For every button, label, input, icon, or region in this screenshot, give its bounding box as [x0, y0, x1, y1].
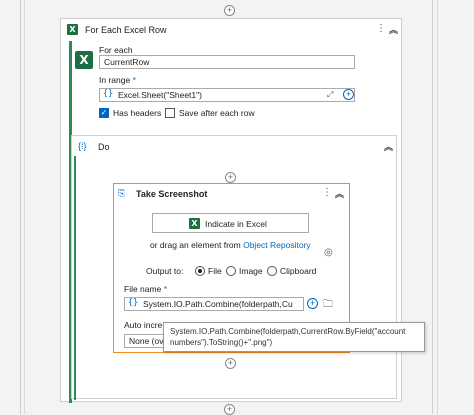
file-name-braces-icon: {} [128, 298, 139, 308]
designer-canvas: + X For Each Excel Row ⋮ ︽ X For each Cu… [0, 0, 474, 415]
output-image-label: Image [239, 266, 263, 276]
has-headers-label: Has headers [113, 108, 162, 118]
file-name-input[interactable]: System.IO.Path.Combine(folderpath,Cu [124, 297, 304, 311]
expression-tooltip: System.IO.Path.Combine(folderpath,Curren… [163, 322, 425, 352]
output-clipboard-label: Clipboard [280, 266, 317, 276]
in-range-input[interactable]: Excel.Sheet("Sheet1") [99, 88, 355, 102]
add-activity-top-icon[interactable]: + [224, 5, 235, 16]
do-title: Do [98, 142, 110, 152]
drag-text: or drag an element from Object Repositor… [150, 240, 311, 250]
for-each-input[interactable]: CurrentRow [99, 55, 355, 69]
expression-braces-icon: {} [103, 89, 114, 99]
for-each-label: For each [99, 45, 133, 55]
add-activity-do-bottom-icon[interactable]: + [225, 358, 236, 369]
auto-increment-label: Auto incre [124, 320, 163, 330]
add-activity-do-top-icon[interactable]: + [225, 172, 236, 183]
right-border-inner [437, 0, 438, 414]
take-screenshot-title: Take Screenshot [136, 189, 208, 199]
output-image-radio[interactable] [226, 266, 236, 276]
browse-folder-icon[interactable]: 🗀 [323, 297, 333, 314]
left-border [20, 0, 21, 414]
expand-editor-icon[interactable]: ⤢ [327, 90, 333, 100]
has-headers-checkbox[interactable]: ✓ [99, 108, 109, 118]
output-file-radio[interactable] [195, 266, 205, 276]
save-after-each-row-checkbox[interactable] [165, 108, 175, 118]
in-range-label: In range * [99, 75, 136, 85]
indicate-label: Indicate in Excel [205, 219, 267, 229]
target-settings-icon[interactable]: ◎ [324, 247, 333, 258]
add-variable-icon[interactable]: + [343, 89, 354, 100]
object-repository-link[interactable]: Object Repository [243, 240, 311, 250]
excel-button-icon: X [189, 218, 200, 229]
right-border [432, 0, 433, 414]
tooltip-line-1: System.IO.Path.Combine(folderpath,Curren… [170, 327, 406, 336]
sequence-icon: {⁞} [78, 141, 87, 151]
output-clipboard-radio[interactable] [267, 266, 277, 276]
more-options-icon[interactable]: ⋮ [376, 23, 386, 34]
collapse-chevron-icon[interactable]: ︽ [389, 23, 398, 36]
file-name-add-icon[interactable]: + [307, 298, 318, 309]
excel-icon: X [67, 24, 78, 35]
indicate-in-excel-button[interactable]: X Indicate in Excel [152, 213, 309, 233]
auto-increment-select[interactable]: None (ov [124, 334, 168, 348]
add-activity-bottom-icon[interactable]: + [224, 404, 235, 415]
save-after-label: Save after each row [179, 108, 255, 118]
left-border-inner [24, 0, 25, 414]
tooltip-line-2: numbers").ToString()+".png") [170, 338, 273, 347]
excel-large-icon: X [75, 51, 93, 69]
screenshot-more-icon[interactable]: ⋮ [322, 187, 332, 198]
screenshot-collapse-icon[interactable]: ︽ [335, 187, 344, 200]
output-file-label: File [208, 266, 222, 276]
for-each-title: For Each Excel Row [85, 25, 167, 35]
do-selection-bar [74, 156, 76, 400]
screenshot-icon: ⎘ [118, 188, 126, 198]
file-name-label: File name * [124, 284, 168, 294]
output-to-label: Output to: [146, 266, 184, 276]
do-collapse-chevron-icon[interactable]: ︽ [384, 140, 393, 153]
